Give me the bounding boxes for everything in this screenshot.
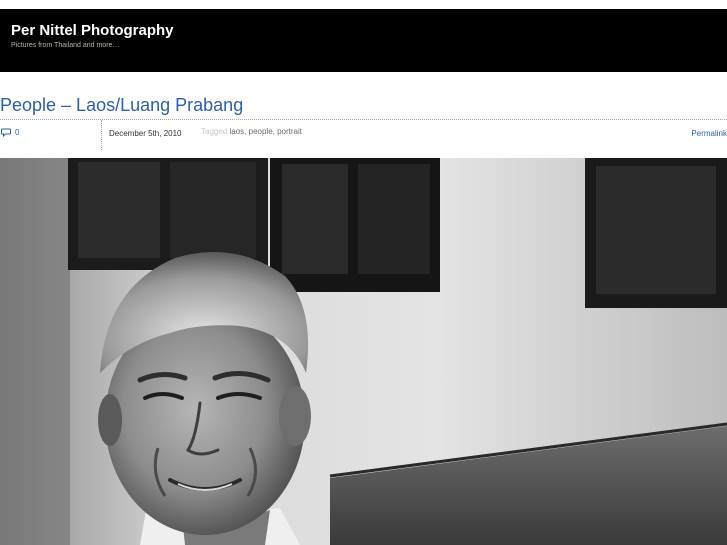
post-photo[interactable] [0, 158, 727, 545]
comment-count: 0 [15, 128, 20, 137]
tag-link-people[interactable]: people [249, 127, 273, 136]
site-title[interactable]: Per Nittel Photography [11, 22, 174, 39]
post-meta-bar: 0 December 5th, 2010 Tagged laos, people… [0, 119, 727, 150]
tagged-label: Tagged [201, 127, 228, 136]
post-title[interactable]: People – Laos/Luang Prabang [0, 95, 243, 116]
post-tags: Tagged laos, people, portrait [201, 127, 302, 136]
tag-link-portrait[interactable]: portrait [277, 127, 302, 136]
site-header: Per Nittel Photography Pictures from Tha… [0, 9, 727, 72]
post-date: December 5th, 2010 [109, 129, 182, 138]
meta-divider [101, 120, 102, 150]
site-tagline: Pictures from Thailand and more… [11, 42, 120, 49]
comments-link[interactable]: 0 [1, 128, 19, 137]
portrait-photo [0, 158, 727, 545]
permalink-link[interactable]: Permalink [691, 129, 727, 138]
page: Per Nittel Photography Pictures from Tha… [0, 0, 727, 545]
comment-bubble-icon [1, 128, 11, 137]
tag-link-laos[interactable]: laos [229, 127, 244, 136]
